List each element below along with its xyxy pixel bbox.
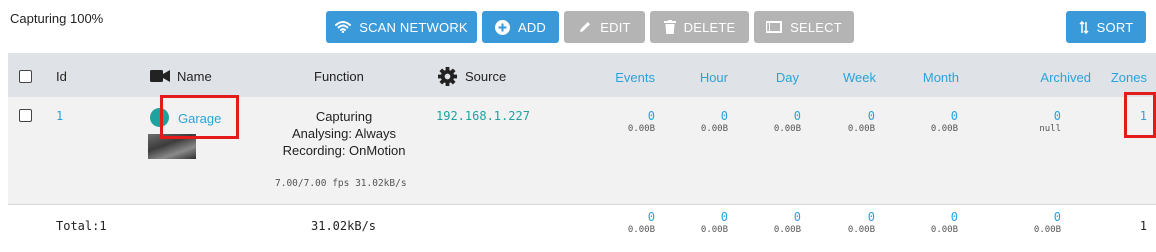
header-name[interactable]: Name: [177, 69, 212, 84]
select-label: SELECT: [790, 19, 842, 35]
wifi-icon: [335, 21, 352, 33]
archived-cell[interactable]: 0 null: [1039, 109, 1061, 135]
total-archived: 0 0.00B: [1033, 210, 1061, 235]
events-cell[interactable]: 0 0.00B: [628, 109, 655, 135]
highlight-name-box: [160, 95, 239, 139]
function-recording: Recording: OnMotion: [282, 143, 406, 158]
delete-button[interactable]: DELETE: [650, 11, 749, 43]
header-week[interactable]: Week: [843, 70, 876, 85]
total-count: Total:1: [56, 219, 107, 233]
function-analysing: Analysing: Always: [291, 126, 397, 141]
day-cell[interactable]: 0 0.00B: [774, 109, 801, 135]
video-camera-icon: [150, 70, 170, 82]
delete-label: DELETE: [683, 19, 736, 35]
header-day[interactable]: Day: [776, 70, 799, 85]
capture-status: Capturing 100%: [10, 11, 104, 26]
header-id[interactable]: Id: [56, 69, 67, 84]
edit-label: EDIT: [600, 19, 631, 35]
header-events[interactable]: Events: [615, 70, 655, 85]
pencil-icon: [580, 22, 591, 32]
edit-button[interactable]: EDIT: [564, 11, 645, 43]
header-hour[interactable]: Hour: [700, 70, 728, 85]
sort-button[interactable]: SORT: [1066, 11, 1146, 43]
total-bandwidth: 31.02kB/s: [311, 219, 377, 233]
select-list-icon: [766, 21, 783, 33]
header-archived[interactable]: Archived: [1040, 70, 1091, 85]
total-zones: 1: [1139, 219, 1147, 233]
function-cell: Capturing Analysing: Always Recording: O…: [264, 108, 424, 159]
plus-circle-icon: [494, 19, 510, 35]
week-cell[interactable]: 0 0.00B: [848, 109, 875, 135]
total-day: 0 0.00B: [773, 210, 801, 235]
add-button[interactable]: ADD: [482, 11, 559, 43]
header-function[interactable]: Function: [314, 69, 364, 84]
highlight-zones-box: [1124, 92, 1156, 138]
table-header: Id Name Function Source Events Hour Day …: [8, 53, 1156, 97]
gear-icon: [438, 67, 457, 86]
header-month[interactable]: Month: [923, 70, 959, 85]
select-all-checkbox[interactable]: [19, 70, 32, 83]
source-address-link[interactable]: 192.168.1.227: [436, 109, 530, 123]
add-label: ADD: [517, 19, 547, 35]
scan-network-label: SCAN NETWORK: [359, 19, 468, 35]
row-checkbox[interactable]: [19, 109, 32, 122]
sort-icon: [1079, 20, 1089, 34]
fps-info: 7.00/7.00 fps 31.02kB/s: [275, 178, 407, 189]
header-source[interactable]: Source: [465, 69, 506, 84]
total-events: 0 0.00B: [627, 210, 655, 235]
total-hour: 0 0.00B: [700, 210, 728, 235]
sort-label: SORT: [1096, 19, 1134, 35]
total-month: 0 0.00B: [930, 210, 958, 235]
select-button[interactable]: SELECT: [754, 11, 854, 43]
monitor-id-link[interactable]: 1: [56, 109, 63, 123]
total-week: 0 0.00B: [847, 210, 875, 235]
totals-row: Total:1 31.02kB/s 0 0.00B 0 0.00B 0 0.00B 0…: [8, 206, 1156, 252]
header-zones[interactable]: Zones: [1111, 70, 1147, 85]
function-mode: Capturing: [315, 109, 373, 124]
scan-network-button[interactable]: SCAN NETWORK: [326, 11, 477, 43]
hour-cell[interactable]: 0 0.00B: [701, 109, 728, 135]
trash-icon: [663, 20, 676, 34]
month-cell[interactable]: 0 0.00B: [931, 109, 958, 135]
